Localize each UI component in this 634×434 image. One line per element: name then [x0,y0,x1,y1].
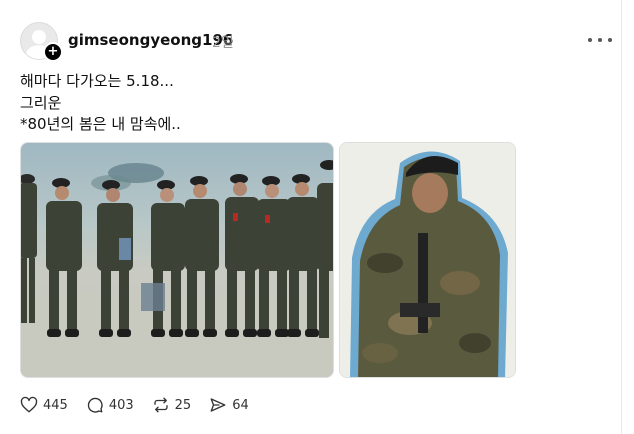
post-text-line: 해마다 다가오는 5.18... [20,72,174,90]
heart-icon [20,396,38,413]
share-count: 64 [232,397,249,413]
follow-plus-icon[interactable]: + [43,42,63,62]
share-button[interactable]: 64 [209,396,249,414]
post-actions-bar: 445 403 25 64 [20,396,267,414]
repost-count: 25 [174,397,192,413]
reply-button[interactable]: 403 [86,396,134,414]
post-card: + gimseongyeong196 2일 해마다 다가오는 5.18... 그… [0,0,622,434]
post-text-line: *80년의 봄은 내 맘속에.. [20,115,181,133]
username[interactable]: gimseongyeong196 [68,31,233,49]
like-button[interactable]: 445 [20,396,68,414]
send-icon [210,398,226,412]
more-options-icon[interactable] [588,30,612,50]
repost-icon [153,397,168,413]
soldier-portrait-photo-icon [340,143,515,377]
post-body: 해마다 다가오는 5.18... 그리운 *80년의 봄은 내 맘속에.. [20,71,181,136]
like-count: 445 [43,397,68,413]
comment-icon [87,397,103,413]
post-image-group-soldiers[interactable] [20,142,334,378]
post-image-soldier-portrait[interactable] [339,142,516,378]
post-timestamp[interactable]: 2일 [212,32,234,52]
repost-button[interactable]: 25 [152,396,192,414]
group-soldiers-photo-icon [21,160,333,377]
post-text-line: 그리운 [20,93,62,112]
reply-count: 403 [108,397,134,413]
avatar-head-icon [32,30,46,44]
